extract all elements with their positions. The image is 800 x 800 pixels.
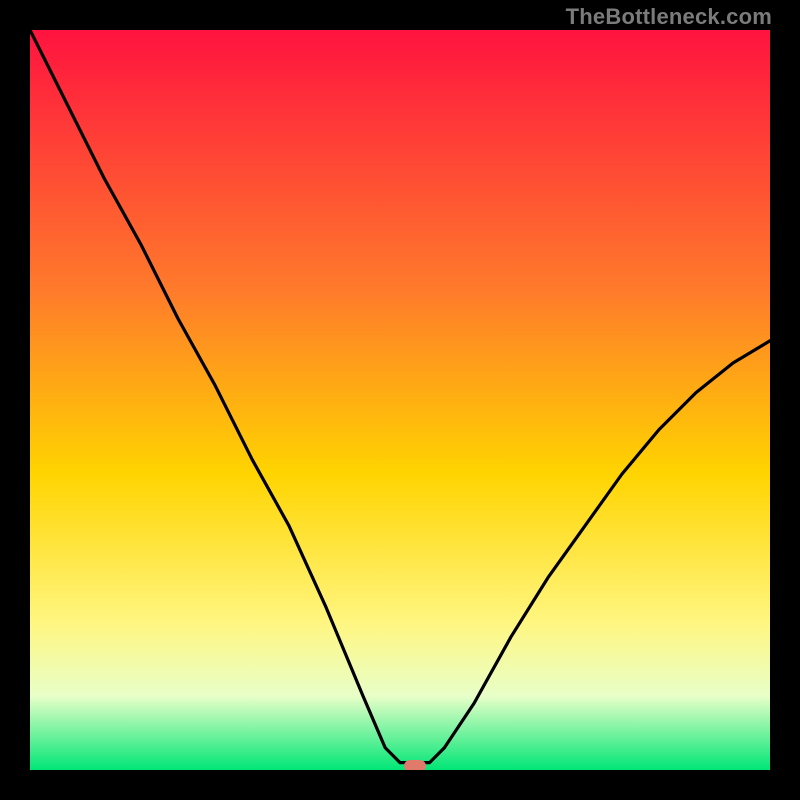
plot-area: [30, 30, 770, 770]
chart-frame: TheBottleneck.com: [0, 0, 800, 800]
watermark-text: TheBottleneck.com: [566, 4, 772, 30]
background-gradient: [30, 30, 770, 770]
optimum-marker: [404, 760, 426, 770]
